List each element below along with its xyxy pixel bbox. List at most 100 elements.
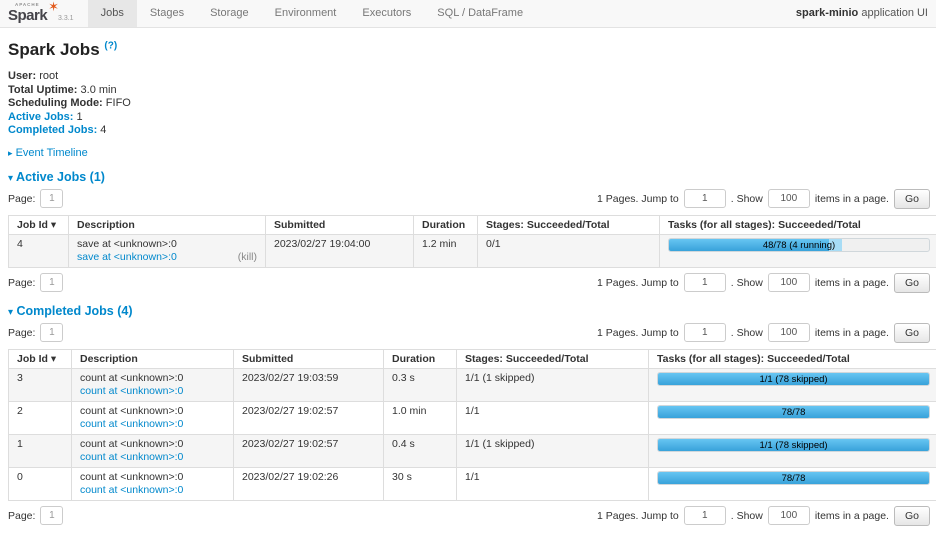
items-per-page-input[interactable]: [768, 273, 810, 292]
spark-logo[interactable]: APACHE Spark ✶ 3.3.1: [0, 0, 80, 27]
duration-cell: 30 s: [384, 467, 457, 500]
completed-jobs-link[interactable]: Completed Jobs:: [8, 124, 97, 136]
chevron-down-icon: ▾: [8, 173, 13, 184]
tasks-cell: 48/78 (4 running): [660, 234, 936, 267]
col-stages[interactable]: Stages: Succeeded/Total: [478, 215, 660, 234]
task-progress-bar: 78/78: [657, 405, 930, 419]
summary-active-jobs: Active Jobs: 1: [8, 111, 930, 125]
jump-to-page-input[interactable]: [684, 323, 726, 342]
task-progress-bar: 48/78 (4 running): [668, 238, 930, 252]
col-job-id[interactable]: Job Id ▾: [9, 349, 72, 368]
items-per-page-input[interactable]: [768, 189, 810, 208]
items-per-page-input[interactable]: [768, 506, 810, 525]
help-link[interactable]: (?): [104, 40, 117, 51]
stages-cell: 1/1: [457, 467, 649, 500]
tab-jobs[interactable]: Jobs: [88, 0, 137, 27]
col-submitted[interactable]: Submitted: [234, 349, 384, 368]
submitted-cell: 2023/02/27 19:04:00: [266, 234, 414, 267]
job-id-cell: 4: [9, 234, 69, 267]
col-job-id[interactable]: Job Id ▾: [9, 215, 69, 234]
table-row: 1 count at <unknown>:0 count at <unknown…: [9, 434, 936, 467]
active-jobs-table: Job Id ▾ Description Submitted Duration …: [8, 215, 936, 268]
tab-sql-dataframe[interactable]: SQL / DataFrame: [424, 0, 536, 27]
job-description-link[interactable]: count at <unknown>:0: [80, 418, 183, 431]
jump-to-page-input[interactable]: [684, 189, 726, 208]
jump-to-page-input[interactable]: [684, 273, 726, 292]
stages-cell: 1/1: [457, 401, 649, 434]
table-row: 2 count at <unknown>:0 count at <unknown…: [9, 401, 936, 434]
description-cell: count at <unknown>:0 count at <unknown>:…: [72, 401, 234, 434]
description-cell: save at <unknown>:0 save at <unknown>:0 …: [69, 234, 266, 267]
stages-cell: 1/1 (1 skipped): [457, 434, 649, 467]
col-description[interactable]: Description: [72, 349, 234, 368]
stages-cell: 1/1 (1 skipped): [457, 368, 649, 401]
application-ui-label: spark-minio application UI: [796, 0, 928, 27]
event-timeline-toggle[interactable]: ▸ Event Timeline: [8, 147, 930, 159]
jump-to-page-input[interactable]: [684, 506, 726, 525]
task-progress-bar: 1/1 (78 skipped): [657, 372, 930, 386]
completed-jobs-pagination-bottom: Page: 1 Pages. Jump to . Show items in a…: [8, 506, 930, 526]
job-id-cell: 3: [9, 368, 72, 401]
current-page-input[interactable]: [40, 323, 63, 342]
col-submitted[interactable]: Submitted: [266, 215, 414, 234]
col-stages[interactable]: Stages: Succeeded/Total: [457, 349, 649, 368]
col-description[interactable]: Description: [69, 215, 266, 234]
duration-cell: 0.4 s: [384, 434, 457, 467]
job-description-link[interactable]: count at <unknown>:0: [80, 484, 183, 497]
job-summary: User: root Total Uptime: 3.0 min Schedul…: [8, 70, 930, 138]
progress-label: 78/78: [658, 472, 929, 485]
current-page-input[interactable]: [40, 189, 63, 208]
col-duration[interactable]: Duration: [414, 215, 478, 234]
tasks-cell: 78/78: [649, 467, 936, 500]
kill-job-link[interactable]: (kill): [238, 251, 257, 264]
tab-storage[interactable]: Storage: [197, 0, 262, 27]
progress-label: 1/1 (78 skipped): [658, 373, 929, 386]
progress-label: 48/78 (4 running): [669, 239, 929, 252]
table-row: 3 count at <unknown>:0 count at <unknown…: [9, 368, 936, 401]
summary-completed-jobs: Completed Jobs: 4: [8, 124, 930, 138]
tasks-cell: 1/1 (78 skipped): [649, 368, 936, 401]
go-button[interactable]: Go: [894, 323, 930, 343]
tab-environment[interactable]: Environment: [262, 0, 350, 27]
col-tasks[interactable]: Tasks (for all stages): Succeeded/Total: [660, 215, 936, 234]
submitted-cell: 2023/02/27 19:03:59: [234, 368, 384, 401]
description-cell: count at <unknown>:0 count at <unknown>:…: [72, 467, 234, 500]
summary-uptime: Total Uptime: 3.0 min: [8, 84, 930, 98]
tab-stages[interactable]: Stages: [137, 0, 197, 27]
current-page-input[interactable]: [40, 506, 63, 525]
col-tasks[interactable]: Tasks (for all stages): Succeeded/Total: [649, 349, 936, 368]
summary-user: User: root: [8, 70, 930, 84]
progress-label: 78/78: [658, 406, 929, 419]
completed-jobs-section-header[interactable]: ▾ Completed Jobs (4): [8, 304, 930, 318]
completed-jobs-table: Job Id ▾ Description Submitted Duration …: [8, 349, 936, 501]
tasks-cell: 78/78: [649, 401, 936, 434]
page-label: Page:: [8, 193, 35, 205]
items-per-page-input[interactable]: [768, 323, 810, 342]
duration-cell: 1.2 min: [414, 234, 478, 267]
tasks-cell: 1/1 (78 skipped): [649, 434, 936, 467]
duration-cell: 0.3 s: [384, 368, 457, 401]
nav-tabs: Jobs Stages Storage Environment Executor…: [88, 0, 537, 27]
active-jobs-pagination-bottom: Page: 1 Pages. Jump to . Show items in a…: [8, 273, 930, 293]
submitted-cell: 2023/02/27 19:02:57: [234, 401, 384, 434]
spark-star-icon: ✶: [48, 0, 59, 13]
job-id-cell: 2: [9, 401, 72, 434]
submitted-cell: 2023/02/27 19:02:26: [234, 467, 384, 500]
tab-executors[interactable]: Executors: [349, 0, 424, 27]
job-description-link[interactable]: count at <unknown>:0: [80, 385, 183, 398]
table-row: 4 save at <unknown>:0 save at <unknown>:…: [9, 234, 936, 267]
go-button[interactable]: Go: [894, 273, 930, 293]
go-button[interactable]: Go: [894, 506, 930, 526]
job-description-link[interactable]: save at <unknown>:0: [77, 251, 177, 264]
current-page-input[interactable]: [40, 273, 63, 292]
active-jobs-section-header[interactable]: ▾ Active Jobs (1): [8, 170, 930, 184]
progress-label: 1/1 (78 skipped): [658, 439, 929, 452]
submitted-cell: 2023/02/27 19:02:57: [234, 434, 384, 467]
go-button[interactable]: Go: [894, 189, 930, 209]
chevron-down-icon: ▾: [8, 307, 13, 318]
active-jobs-link[interactable]: Active Jobs:: [8, 111, 73, 123]
table-row: 0 count at <unknown>:0 count at <unknown…: [9, 467, 936, 500]
col-duration[interactable]: Duration: [384, 349, 457, 368]
description-cell: count at <unknown>:0 count at <unknown>:…: [72, 434, 234, 467]
job-description-link[interactable]: count at <unknown>:0: [80, 451, 183, 464]
